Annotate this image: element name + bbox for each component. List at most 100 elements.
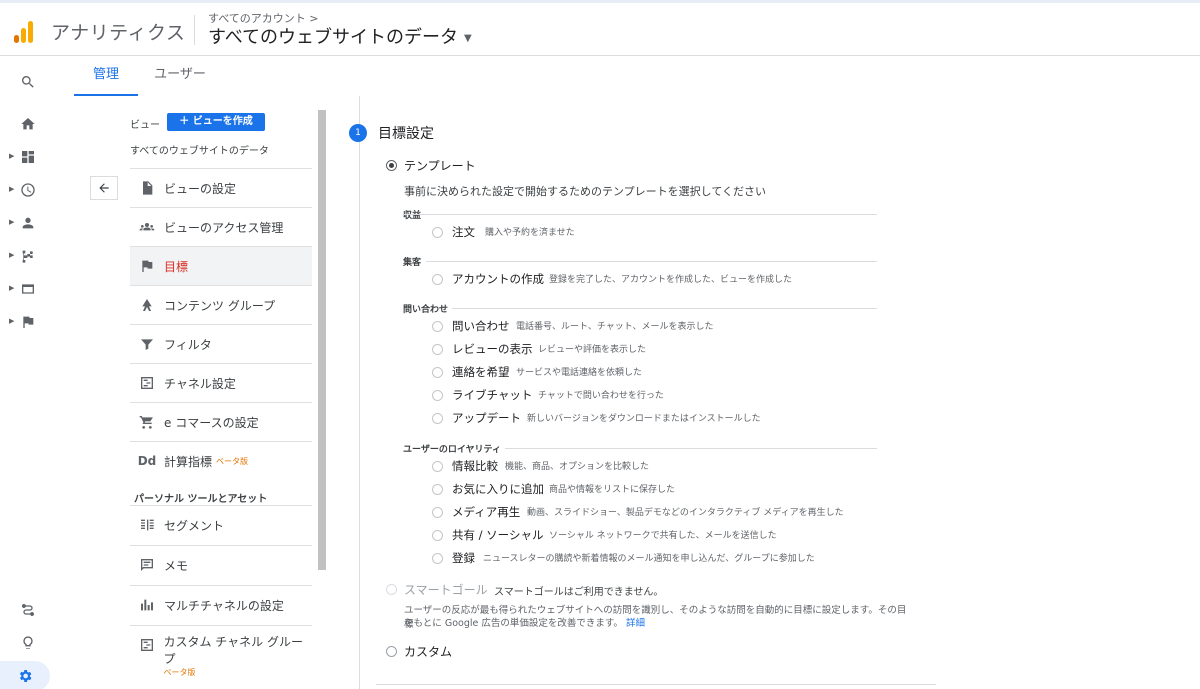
goal-name: 情報比較: [452, 459, 498, 473]
flow-icon: [22, 250, 33, 263]
smart-goal-label: スマートゴール: [404, 583, 488, 597]
account-selector[interactable]: すべてのウェブサイトのデータ ▼: [208, 23, 472, 49]
app-header: アナリティクス すべてのアカウント > すべてのウェブサイトのデータ ▼: [0, 3, 1200, 56]
menu-item-label: セグメント: [164, 518, 225, 533]
conversions-nav[interactable]: ▶: [0, 307, 56, 337]
menu-item-calculated-metrics[interactable]: Dd 計算指標 ベータ版: [130, 441, 312, 480]
goal-setup-title: 目標設定: [378, 126, 434, 142]
gear-icon[interactable]: [0, 661, 50, 689]
menu-scrollbar[interactable]: [318, 110, 326, 570]
goal-name: メディア再生: [452, 505, 521, 519]
lightbulb-icon[interactable]: [0, 628, 56, 658]
menu-item-view-settings[interactable]: ビューの設定: [130, 168, 312, 207]
goal-radio[interactable]: [432, 390, 443, 401]
menu-item-label: フィルタ: [164, 337, 212, 352]
smart-goal-unavailable: スマートゴールはご利用できません。: [494, 587, 664, 598]
analytics-logo-icon[interactable]: [12, 19, 36, 43]
channel-icon: [140, 639, 153, 651]
goal-radio[interactable]: [432, 530, 443, 541]
flag-icon: [142, 260, 153, 272]
tab-admin[interactable]: 管理: [74, 56, 138, 96]
category-heading: ユーザーのロイヤリティ: [403, 445, 502, 455]
menu-item-view-access[interactable]: ビューのアクセス管理: [130, 207, 312, 246]
goal-description: チャットで問い合わせを行った: [538, 391, 664, 401]
menu-item-label: e コマースの設定: [164, 415, 259, 430]
search-icon[interactable]: [0, 67, 56, 97]
menu-item-ecommerce-settings[interactable]: e コマースの設定: [130, 402, 312, 441]
goal-name: レビューの表示: [452, 342, 533, 356]
goal-radio[interactable]: [432, 321, 443, 332]
beta-badge: ベータ版: [163, 668, 196, 677]
goal-description: ニュースレターの購読や新着情報のメール通知を申し込んだ、グループに参加した: [483, 554, 815, 564]
tab-user[interactable]: ユーザー: [148, 56, 212, 96]
goal-radio[interactable]: [432, 227, 443, 238]
menu-item-label: チャネル設定: [164, 376, 236, 391]
customization-nav[interactable]: ▶: [0, 142, 56, 172]
account-name: すべてのウェブサイトのデータ: [208, 27, 459, 48]
clock-icon: [21, 183, 35, 197]
goal-name: 注文: [452, 225, 475, 239]
create-view-button[interactable]: ＋ ビューを作成: [167, 113, 265, 131]
menu-item-content-grouping[interactable]: コンテンツ グループ: [130, 285, 312, 324]
flag-icon: [23, 316, 34, 328]
template-radio[interactable]: [386, 160, 397, 171]
expand-arrow-icon: ▶: [9, 152, 15, 160]
goal-name: お気に入りに追加: [452, 482, 544, 496]
details-link[interactable]: 詳細: [626, 618, 645, 629]
display-icon: [22, 284, 34, 294]
custom-radio[interactable]: [386, 646, 397, 657]
beta-badge: ベータ版: [216, 456, 249, 466]
segment-icon: [141, 519, 154, 531]
cart-icon: [139, 416, 153, 429]
realtime-nav[interactable]: ▶: [0, 175, 56, 205]
section-divider: [376, 684, 936, 685]
goal-description: ソーシャル ネットワークで共有した、メールを送信した: [549, 531, 777, 541]
goal-radio[interactable]: [432, 507, 443, 518]
menu-item-segments[interactable]: セグメント: [130, 505, 312, 544]
column-divider: [359, 96, 360, 689]
goal-radio[interactable]: [432, 461, 443, 472]
menu-item-label: カスタム チャネル グループ: [163, 635, 303, 666]
goal-description: 電話番号、ルート、チャット、メールを表示した: [516, 322, 714, 332]
menu-item-label: ビューのアクセス管理: [164, 220, 284, 235]
menu-item-goals[interactable]: 目標: [130, 246, 312, 285]
category-divider: [403, 214, 877, 215]
menu-item-multichannel-settings[interactable]: マルチチャネルの設定: [130, 585, 312, 624]
category-heading: 問い合わせ: [403, 305, 449, 315]
home-icon[interactable]: [0, 109, 56, 139]
admin-content: ビュー ＋ ビューを作成 すべてのウェブサイトのデータ ビューの設定 ビューのア…: [74, 96, 1200, 689]
menu-item-channel-settings[interactable]: チャネル設定: [130, 363, 312, 402]
acquisition-nav[interactable]: ▶: [0, 241, 56, 271]
category-heading: 集客: [403, 258, 422, 268]
channel-icon: [141, 377, 153, 389]
arrow-back-icon: [99, 183, 109, 193]
category-divider: [505, 448, 877, 449]
dashboard-icon: [22, 151, 34, 163]
goal-description: 新しいバージョンをダウンロードまたはインストールした: [527, 414, 761, 424]
goal-name: アップデート: [452, 411, 521, 425]
goal-radio[interactable]: [432, 553, 443, 564]
menu-item-custom-channel-grouping[interactable]: カスタム チャネル グループ ベータ版: [130, 625, 312, 677]
view-label: ビュー: [130, 120, 160, 131]
audience-nav[interactable]: ▶: [0, 208, 56, 238]
behavior-nav[interactable]: ▶: [0, 274, 56, 304]
category-divider: [452, 308, 877, 309]
back-button[interactable]: [90, 176, 118, 200]
dd-icon: Dd: [137, 454, 157, 468]
file-icon: [143, 181, 153, 195]
template-description: 事前に決められた設定で開始するためのテンプレートを選択してください: [404, 185, 767, 198]
goal-radio[interactable]: [432, 367, 443, 378]
route-icon[interactable]: [0, 595, 56, 625]
goal-radio[interactable]: [432, 344, 443, 355]
bar-chart-icon: [141, 599, 153, 611]
goal-radio[interactable]: [432, 413, 443, 424]
goal-name: ライブチャット: [452, 388, 533, 402]
expand-arrow-icon: ▶: [9, 284, 15, 292]
goal-radio[interactable]: [432, 484, 443, 495]
menu-item-annotations[interactable]: メモ: [130, 545, 312, 584]
goal-description: 機能、商品、オプションを比較した: [505, 462, 650, 472]
goal-radio[interactable]: [432, 274, 443, 285]
goal-name: 共有 / ソーシャル: [452, 528, 544, 542]
menu-item-filters[interactable]: フィルタ: [130, 324, 312, 363]
expand-arrow-icon: ▶: [9, 251, 15, 259]
